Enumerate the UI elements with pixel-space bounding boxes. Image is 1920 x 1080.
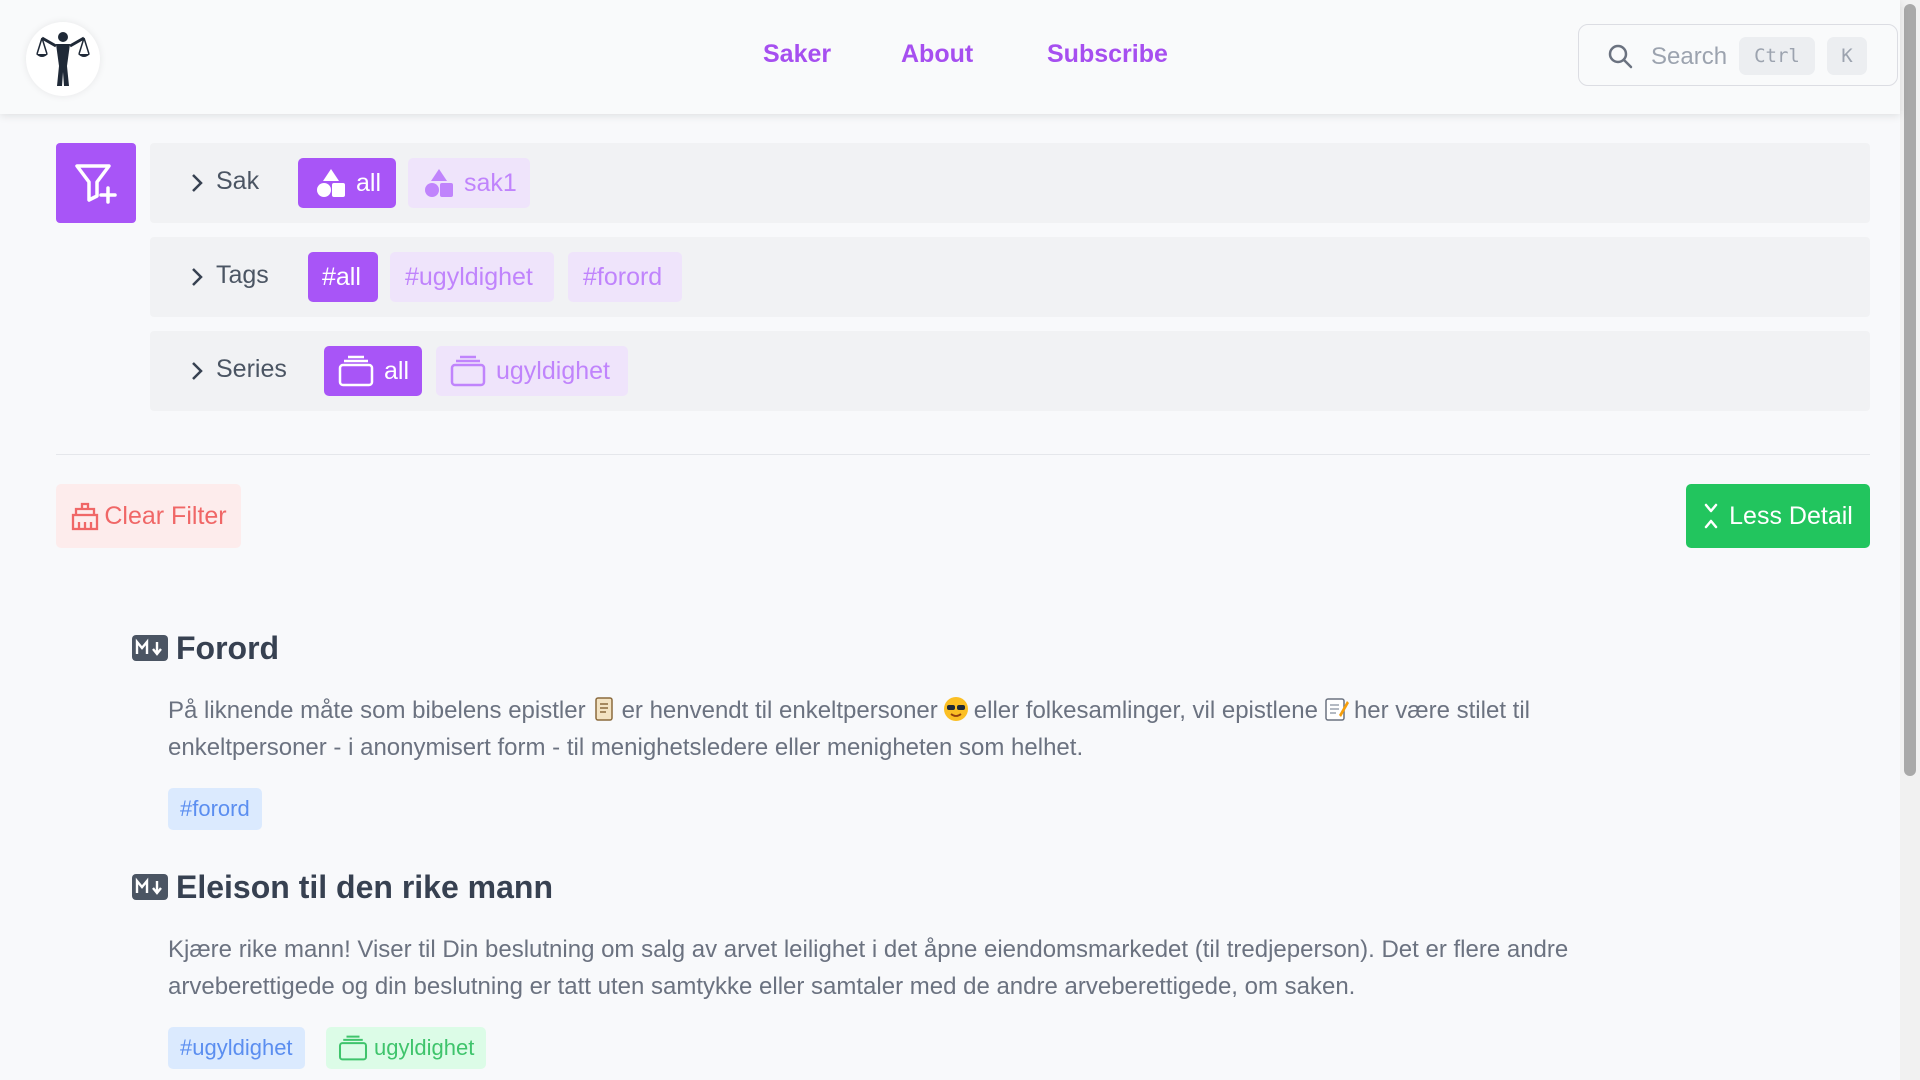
markdown-icon bbox=[132, 635, 168, 661]
clear-filter-label: Clear Filter bbox=[104, 501, 227, 530]
divider bbox=[56, 454, 1870, 455]
chip-label: all bbox=[356, 168, 382, 197]
filter-row-series: Series all ugyldighet bbox=[150, 331, 1870, 411]
chip-sak-all[interactable]: all bbox=[298, 158, 396, 208]
post-excerpt: På liknende måte som bibelens epistler er… bbox=[168, 692, 1688, 766]
nav-link-about[interactable]: About bbox=[901, 40, 973, 69]
chip-label: ugyldighet bbox=[496, 356, 610, 385]
tag-badge[interactable]: #forord bbox=[168, 788, 262, 830]
excerpt-part: eller folkesamlinger, vil epistlene bbox=[973, 697, 1318, 724]
chip-tags-all[interactable]: #all bbox=[308, 252, 378, 302]
less-detail-label: Less Detail bbox=[1729, 501, 1853, 530]
chip-label: #ugyldighet bbox=[405, 262, 533, 291]
series-badge[interactable]: ugyldighet bbox=[326, 1027, 487, 1069]
search-box[interactable]: Search Ctrl K bbox=[1578, 24, 1898, 86]
chip-sak-sak1[interactable]: sak1 bbox=[408, 158, 530, 208]
post-tags: #forord bbox=[168, 788, 1692, 830]
chip-label: sak1 bbox=[464, 168, 517, 197]
eraser-icon bbox=[72, 502, 99, 531]
filter-plus-icon bbox=[75, 164, 117, 204]
stack-icon bbox=[450, 355, 486, 387]
site-logo[interactable] bbox=[26, 22, 100, 96]
stack-icon bbox=[338, 1035, 368, 1061]
post-item: Forord På liknende måte som bibelens epi… bbox=[132, 628, 1692, 830]
logo-scales-icon bbox=[36, 32, 90, 86]
clear-filter-button[interactable]: Clear Filter bbox=[56, 484, 241, 548]
chevron-right-icon[interactable] bbox=[190, 267, 204, 287]
less-detail-button[interactable]: Less Detail bbox=[1686, 484, 1870, 548]
scrollbar-thumb[interactable] bbox=[1904, 4, 1916, 776]
series-label: ugyldighet bbox=[374, 1035, 475, 1060]
filter-label-series[interactable]: Series bbox=[216, 355, 287, 384]
chip-series-ugyldighet[interactable]: ugyldighet bbox=[436, 346, 628, 396]
nav-link-saker[interactable]: Saker bbox=[763, 40, 831, 69]
chip-series-all[interactable]: all bbox=[324, 346, 422, 396]
filter-row-sak: Sak all sak1 bbox=[150, 143, 1870, 223]
stack-icon bbox=[338, 355, 374, 387]
shapes-icon bbox=[317, 169, 345, 197]
excerpt-part: er henvendt til enkeltpersoner bbox=[621, 697, 938, 724]
page-scrollbar[interactable] bbox=[1900, 0, 1920, 1080]
search-placeholder: Search bbox=[1651, 43, 1728, 70]
scroll-emoji bbox=[594, 697, 613, 721]
post-item: Eleison til den rike mann Kjære rike man… bbox=[132, 867, 1692, 1069]
search-icon bbox=[1608, 44, 1633, 69]
chevron-right-icon[interactable] bbox=[190, 361, 204, 381]
filter-label-sak[interactable]: Sak bbox=[216, 167, 259, 196]
site-header: Saker About Subscribe Search Ctrl K bbox=[0, 0, 1900, 114]
shapes-icon bbox=[425, 169, 453, 197]
filter-toggle-button[interactable] bbox=[56, 143, 136, 223]
excerpt-part: På liknende måte som bibelens epistler bbox=[168, 697, 586, 724]
filter-label-tags[interactable]: Tags bbox=[216, 261, 269, 290]
chip-label: #all bbox=[322, 262, 361, 291]
chip-label: all bbox=[384, 356, 410, 385]
collapse-icon bbox=[1704, 503, 1718, 529]
nav-link-subscribe[interactable]: Subscribe bbox=[1047, 40, 1168, 69]
chip-label: #forord bbox=[583, 262, 663, 291]
chip-tags-ugyldighet[interactable]: #ugyldighet bbox=[390, 252, 554, 302]
markdown-icon bbox=[132, 874, 168, 900]
post-title[interactable]: Forord bbox=[176, 630, 279, 667]
memo-emoji bbox=[1325, 698, 1349, 721]
post-title-row[interactable]: Eleison til den rike mann bbox=[132, 867, 1692, 907]
post-title-row[interactable]: Forord bbox=[132, 628, 1692, 668]
kbd-ctrl: Ctrl bbox=[1739, 37, 1815, 75]
post-excerpt: Kjære rike mann! Viser til Din beslutnin… bbox=[168, 936, 1569, 1000]
kbd-k: K bbox=[1827, 37, 1867, 75]
tag-badge[interactable]: #ugyldighet bbox=[168, 1027, 305, 1069]
filter-row-tags: Tags #all #ugyldighet #forord bbox=[150, 237, 1870, 317]
chip-tags-forord[interactable]: #forord bbox=[568, 252, 682, 302]
post-tags: #ugyldighet ugyldighet bbox=[168, 1027, 1692, 1069]
post-title[interactable]: Eleison til den rike mann bbox=[176, 869, 553, 906]
cool-emoji bbox=[943, 697, 968, 721]
chevron-right-icon[interactable] bbox=[190, 173, 204, 193]
